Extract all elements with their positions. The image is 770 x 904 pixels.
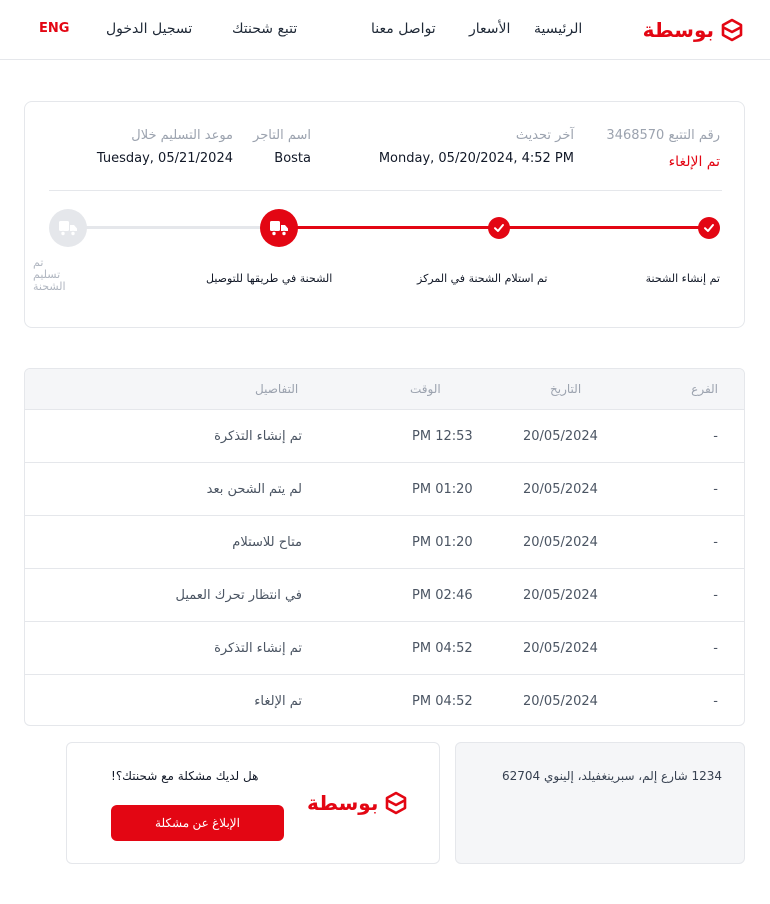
report-problem-card: !هل لديك مشكلة مع شحنتك؟ الإبلاغ عن مشكل…	[66, 742, 440, 864]
cell-details: في انتظار تحرك العميل	[175, 588, 302, 603]
table-row: - 20/05/2024 PM 01:20 لم يتم الشحن بعد	[25, 462, 744, 515]
merchant: اسم التاجر Bosta	[247, 128, 311, 166]
th-branch: الفرع	[691, 382, 718, 396]
cell-date: 20/05/2024	[523, 588, 598, 603]
merchant-label: اسم التاجر	[253, 128, 311, 143]
card-divider	[49, 190, 722, 191]
report-problem-button[interactable]: الإبلاغ عن مشكلة	[111, 805, 284, 841]
table-row: - 20/05/2024 PM 02:46 في انتظار تحرك الع…	[25, 568, 744, 621]
cell-date: 20/05/2024	[523, 641, 598, 656]
status-text: تم الإلغاء	[668, 154, 720, 170]
tracking-history-table: الفرع التاريخ الوقت التفاصيل - 20/05/202…	[24, 368, 745, 726]
last-update: آخر تحديث Monday, 05/20/2024, 4:52 PM	[362, 128, 574, 166]
cell-time: PM 04:52	[412, 641, 473, 656]
logo-text: بوسطة	[642, 18, 714, 42]
footer-logo-text: بوسطة	[307, 791, 379, 815]
cell-details: تم الإلغاء	[254, 694, 302, 709]
language-switch[interactable]: ENG	[39, 21, 69, 36]
tracking-card: رقم التتبع 3468570 تم الإلغاء آخر تحديث …	[24, 101, 745, 328]
nav-login[interactable]: تسجيل الدخول	[106, 21, 192, 37]
table-header: الفرع التاريخ الوقت التفاصيل	[25, 369, 744, 409]
tracking-number-label: رقم التتبع 3468570	[606, 128, 720, 143]
brand-logo[interactable]: بوسطة	[643, 18, 744, 42]
table-row: - 20/05/2024 PM 01:20 متاح للاستلام	[25, 515, 744, 568]
check-icon	[704, 224, 714, 232]
cell-date: 20/05/2024	[523, 694, 598, 709]
cell-time: PM 01:20	[412, 482, 473, 497]
step-out-for-delivery	[260, 209, 298, 247]
cell-date: 20/05/2024	[523, 429, 598, 444]
nav-track-shipment[interactable]: تتبع شحنتك	[232, 21, 297, 37]
bosta-logo-icon	[386, 791, 407, 815]
cell-branch: -	[713, 694, 718, 709]
cell-branch: -	[713, 535, 718, 550]
cell-time: PM 01:20	[412, 535, 473, 550]
shipment-status: تم الإلغاء	[669, 154, 720, 170]
footer-logo: بوسطة	[307, 791, 408, 815]
step-received	[488, 217, 510, 239]
step-delivered	[49, 209, 87, 247]
last-update-value: Monday, 05/20/2024, 4:52 PM	[378, 151, 574, 166]
cell-branch: -	[713, 482, 718, 497]
cell-time: PM 02:46	[412, 588, 473, 603]
step-label-created: تم إنشاء الشحنة	[645, 272, 720, 285]
step-label-received: تم استلام الشحنة في المركز	[417, 272, 548, 285]
table-row: - 20/05/2024 PM 04:52 تم إنشاء التذكرة	[25, 621, 744, 674]
report-question: !هل لديك مشكلة مع شحنتك؟	[111, 769, 259, 783]
address-card: 1234 شارع إلم، سبرينغفيلد، إلينوي 62704	[455, 742, 745, 864]
delivery-label: موعد التسليم خلال	[131, 128, 233, 143]
th-date: التاريخ	[550, 382, 582, 396]
step-label-delivered: تم تسليم الشحنة	[33, 256, 66, 293]
cell-details: تم إنشاء التذكرة	[214, 641, 302, 656]
cell-details: لم يتم الشحن بعد	[206, 482, 302, 497]
cell-details: تم إنشاء التذكرة	[214, 429, 302, 444]
last-update-label: آخر تحديث	[515, 128, 574, 143]
delivery-window: موعد التسليم خلال Tuesday, 05/21/2024	[83, 128, 233, 166]
delivery-value: Tuesday, 05/21/2024	[96, 151, 233, 166]
truck-icon	[59, 221, 77, 237]
cell-time: PM 04:52	[412, 694, 473, 709]
cell-date: 20/05/2024	[523, 482, 598, 497]
cell-branch: -	[713, 641, 718, 656]
th-time: الوقت	[410, 382, 441, 396]
cell-details: متاح للاستلام	[232, 535, 302, 550]
cell-time: PM 12:53	[412, 429, 473, 444]
top-navbar: بوسطة الرئيسية الأسعار تواصل معنا تتبع ش…	[0, 0, 770, 60]
cell-branch: -	[713, 429, 718, 444]
cell-branch: -	[713, 588, 718, 603]
nav-home[interactable]: الرئيسية	[534, 21, 582, 37]
cell-date: 20/05/2024	[523, 535, 598, 550]
step-created	[698, 217, 720, 239]
tracking-number: رقم التتبع 3468570	[606, 128, 720, 143]
merchant-value: Bosta	[274, 151, 311, 166]
table-row: - 20/05/2024 PM 04:52 تم الإلغاء	[25, 674, 744, 725]
truck-icon	[270, 221, 288, 237]
nav-contact[interactable]: تواصل معنا	[371, 21, 436, 37]
step-label-out-for-delivery: الشحنة في طريقها للتوصيل	[206, 272, 333, 285]
bosta-logo-icon	[721, 18, 743, 42]
progress-track-pending	[85, 226, 279, 229]
th-details: التفاصيل	[255, 382, 299, 396]
check-icon	[494, 224, 504, 232]
nav-pricing[interactable]: الأسعار	[469, 21, 510, 37]
address-text: 1234 شارع إلم، سبرينغفيلد، إلينوي 62704	[501, 769, 722, 783]
table-row: - 20/05/2024 PM 12:53 تم إنشاء التذكرة	[25, 409, 744, 462]
